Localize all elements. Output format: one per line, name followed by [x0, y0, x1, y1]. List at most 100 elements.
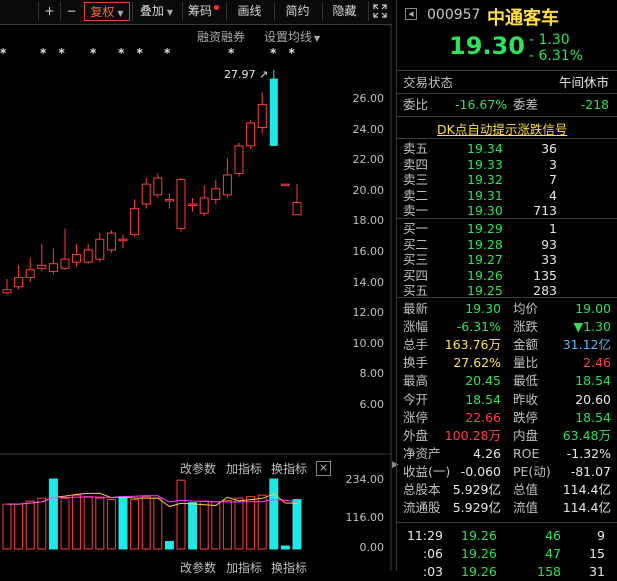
stat-value: 20.45	[465, 373, 501, 389]
stats-row: 今开 18.54 昨收 20.60	[403, 391, 613, 409]
zoom-out-button[interactable]: −	[60, 2, 82, 21]
price-tick: 14.00	[352, 275, 385, 289]
tick-row: :06 19.26 47 15	[403, 545, 613, 563]
stat-label: 涨幅	[403, 319, 429, 335]
hide-button[interactable]: 隐藏	[322, 2, 366, 21]
volume-bar	[257, 494, 267, 550]
stat-label: 换手	[403, 355, 429, 371]
tick-time: 11:29	[406, 528, 443, 543]
volume-bar	[280, 545, 290, 550]
weibi-label: 委比	[403, 97, 429, 112]
divider	[397, 138, 617, 139]
signal-link[interactable]: DK点自动提示涨跌信号	[437, 119, 567, 138]
expand-icon	[372, 4, 387, 18]
weibi-row: 委比 -16.67% 委差 -218	[403, 96, 613, 114]
candle	[14, 265, 24, 290]
trade-state-label: 交易状态	[403, 75, 454, 90]
price-tick: 12.00	[352, 306, 385, 320]
switch-indicator-link[interactable]: 换指标	[271, 559, 307, 576]
stat-label: 收益(一)	[403, 463, 451, 479]
fuquan-label: 复权	[90, 5, 115, 19]
candle	[60, 228, 70, 270]
chip-label: 筹码	[187, 4, 212, 18]
stat-label: 净资产	[403, 445, 441, 461]
stats-row: 换手 27.62% 量比 2.46	[403, 354, 613, 372]
zoom-in-button[interactable]: +	[38, 2, 60, 21]
divider	[397, 522, 617, 523]
ask-list: 卖五 19.34 36 卖四 19.33 3 卖三 19.32 7 卖二 19.31 4 卖一 19.30…	[397, 140, 617, 220]
stat-label: 总股本	[403, 482, 441, 497]
stat-label: 均价	[513, 301, 539, 316]
stats-row: 总股本 5.929亿 总值 114.4亿	[403, 481, 613, 499]
candle	[234, 142, 244, 177]
stat-value: -81.07	[570, 463, 611, 479]
tick-time: :03	[422, 564, 443, 579]
tick-price: 19.26	[461, 528, 497, 543]
peak-price-value: 27.97	[224, 68, 256, 81]
volume-bar	[141, 496, 151, 550]
change-params-link[interactable]: 改参数	[180, 460, 216, 477]
chip-button[interactable]: 筹码	[182, 2, 224, 21]
candle	[176, 178, 186, 232]
add-indicator-link[interactable]: 加指标	[226, 460, 262, 477]
kline-chart-area[interactable]: 融资融券 设置均线 ▼ * * * * * * * * * * 27.97 ↗ 2…	[0, 24, 399, 575]
stat-label: 今开	[403, 391, 429, 407]
volume-bar	[106, 499, 116, 550]
chevron-down-icon: ▼	[166, 8, 174, 17]
candle	[37, 243, 47, 272]
stat-label: PE(动)	[513, 463, 551, 479]
close-icon[interactable]: ×	[316, 461, 331, 476]
last-price: 19.30	[449, 32, 525, 60]
volume-bar	[60, 497, 70, 550]
price-tick: 20.00	[352, 183, 385, 197]
bid-list: 买一 19.29 1 买二 19.28 93 买三 19.27 33 买四 19.26 135 买五 19…	[397, 220, 617, 300]
stat-label: 内盘	[513, 427, 539, 443]
stat-label: 昨收	[513, 391, 539, 407]
change-params-link[interactable]: 改参数	[180, 559, 216, 576]
trade-state-row: 交易状态 午间休市	[403, 74, 613, 92]
stat-value: 100.28万	[444, 427, 501, 443]
tick-row: 11:29 19.26 46 9	[403, 527, 613, 545]
panel-toggle-icon[interactable]: ◀	[405, 8, 417, 20]
candle	[106, 230, 116, 253]
candle	[130, 199, 140, 237]
stat-value: 5.929亿	[452, 482, 501, 497]
volume-bar	[292, 499, 302, 550]
stats-row: 净资产 4.26 ROE -1.32%	[403, 445, 613, 463]
stats-row: 收益(一) -0.060 PE(动) -81.07	[403, 463, 613, 481]
fullscreen-button[interactable]	[368, 2, 390, 21]
stat-value: 2.46	[583, 355, 611, 371]
candle	[211, 179, 221, 205]
kline-svg	[0, 24, 392, 571]
tick-price: 19.26	[461, 564, 497, 579]
stat-label: ROE	[513, 445, 540, 461]
fuquan-button[interactable]: 复权 ▼	[84, 2, 130, 21]
stats-row: 涨停 22.66 跌停 18.54	[403, 409, 613, 427]
price-tick: 6.00	[359, 398, 385, 411]
overlay-label: 叠加	[139, 4, 164, 18]
tick-list: 11:29 19.26 46 9:06 19.26 47 15:03 19.26 158 31	[397, 525, 617, 579]
stat-value: 63.48万	[562, 427, 611, 443]
overlay-button[interactable]: 叠加 ▼	[132, 2, 180, 21]
candle	[222, 158, 232, 198]
volume-bar	[234, 497, 244, 550]
volume-bar	[188, 502, 198, 550]
volume-bar	[72, 494, 82, 550]
price-tick: 24.00	[352, 122, 385, 136]
candle	[118, 234, 128, 249]
stat-value: 5.929亿	[452, 500, 501, 516]
volume-bar	[269, 478, 279, 550]
stat-value: 18.54	[575, 373, 611, 389]
simple-button[interactable]: 简约	[274, 2, 320, 21]
tick-price: 19.26	[461, 546, 497, 561]
add-indicator-link[interactable]: 加指标	[226, 559, 262, 576]
stats-row: 总手 163.76万 金额 31.12亿	[403, 336, 613, 354]
divider	[397, 93, 617, 94]
switch-indicator-link[interactable]: 换指标	[271, 460, 307, 477]
candle	[269, 69, 278, 146]
stat-value: ▼1.30	[573, 319, 611, 335]
peak-price-label: 27.97 ↗	[224, 68, 268, 81]
volume-bar	[164, 541, 174, 550]
tick-row: :03 19.26 158 31	[403, 563, 613, 581]
draw-line-button[interactable]: 画线	[226, 2, 272, 21]
